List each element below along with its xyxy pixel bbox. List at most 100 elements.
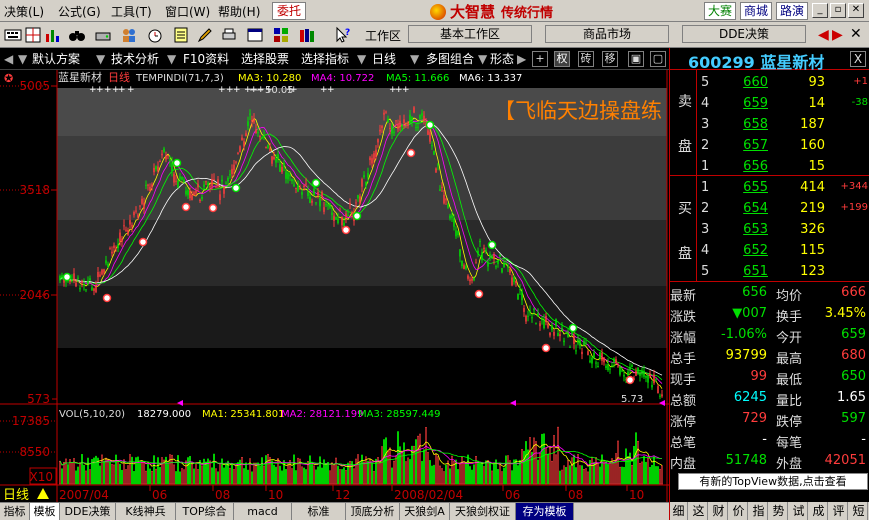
trade-button[interactable]: 委托 xyxy=(272,2,306,20)
ask-row[interactable]: 5 660 93 +1 xyxy=(670,73,869,94)
crosshair-toggle[interactable]: + xyxy=(532,51,548,67)
tech-analysis-button[interactable]: 技术分析 xyxy=(111,50,159,68)
settings-marker-icon[interactable]: ✪ xyxy=(4,72,13,85)
bid-row[interactable]: 4 652 115 xyxy=(670,241,869,262)
template-tab[interactable]: 指标 xyxy=(0,503,30,520)
bid-price[interactable]: 654 xyxy=(718,201,768,216)
close-button[interactable]: ✕ xyxy=(848,3,864,18)
tab-dde[interactable]: DDE决策 xyxy=(682,25,806,43)
event-plus-mark[interactable]: + xyxy=(327,85,335,95)
period-daily-button[interactable]: 日线 xyxy=(372,50,396,68)
menu-decision[interactable]: 决策(L) xyxy=(4,3,44,20)
ask-row[interactable]: 3 658 187 xyxy=(670,115,869,136)
people-icon[interactable] xyxy=(120,26,138,44)
select-indicator-button[interactable]: 选择指标 xyxy=(301,50,349,68)
event-plus-mark[interactable]: + xyxy=(218,85,226,95)
help-pointer-icon[interactable]: ? xyxy=(334,26,352,44)
tab-commodity-market[interactable]: 商品市场 xyxy=(545,25,669,43)
dropdown-arrow-icon[interactable]: ▼ xyxy=(167,50,176,68)
ask-row[interactable]: 4 659 14 -38 xyxy=(670,94,869,115)
bid-row[interactable]: 1 655 414 +344 xyxy=(670,178,869,199)
pen-icon[interactable] xyxy=(196,26,214,44)
chart-bars-icon[interactable] xyxy=(44,26,62,44)
kline-svg[interactable]: 5005 3518 2046 573 17385 8550 X10 ✪ 蓝星新材… xyxy=(0,70,669,512)
period-triangle-icon[interactable] xyxy=(37,488,49,499)
binoculars-icon[interactable] xyxy=(68,26,86,44)
pattern-button[interactable]: 形态 xyxy=(490,50,514,68)
ask-price[interactable]: 660 xyxy=(718,75,768,90)
ask-price[interactable]: 659 xyxy=(718,96,768,111)
topview-notice[interactable]: 有新的TopView数据,点击查看 xyxy=(678,473,868,490)
close-quote-button[interactable]: X xyxy=(850,51,866,67)
event-plus-mark[interactable]: + xyxy=(402,85,410,95)
alarm-icon[interactable] xyxy=(146,26,164,44)
select-stock-button[interactable]: 选择股票 xyxy=(241,50,289,68)
tab-basic-workspace[interactable]: 基本工作区 xyxy=(408,25,532,43)
books-icon[interactable] xyxy=(298,26,316,44)
menu-tools[interactable]: 工具(T) xyxy=(111,3,152,20)
quote-tab[interactable]: 财 xyxy=(710,502,728,520)
tab-scroll-left-icon[interactable]: ◀ xyxy=(818,27,829,43)
restore-button[interactable]: ▫ xyxy=(830,3,846,18)
quote-tab[interactable]: 短 xyxy=(850,502,868,520)
ask-row[interactable]: 2 657 160 xyxy=(670,136,869,157)
menu-window[interactable]: 窗口(W) xyxy=(165,3,210,20)
dropdown-arrow-icon[interactable]: ▼ xyxy=(478,50,487,68)
template-tab[interactable]: 标准 xyxy=(292,503,346,520)
scheme-button[interactable]: 默认方案 xyxy=(32,50,80,68)
quote-tab[interactable]: 价 xyxy=(730,502,748,520)
menu-formula[interactable]: 公式(G) xyxy=(58,3,101,20)
notepad-icon[interactable] xyxy=(172,26,190,44)
roadshow-button[interactable]: 路演 xyxy=(776,2,808,20)
ask-price[interactable]: 656 xyxy=(718,159,768,174)
template-tab[interactable]: TOP综合 xyxy=(176,503,234,520)
tab-close-icon[interactable]: ✕ xyxy=(850,26,862,42)
window-toggle-icon[interactable]: ▢ xyxy=(650,51,666,67)
quote-tab[interactable]: 成 xyxy=(810,502,828,520)
drive-icon[interactable] xyxy=(94,26,112,44)
bid-price[interactable]: 651 xyxy=(718,264,768,279)
template-tab[interactable]: DDE决策 xyxy=(60,503,116,520)
dropdown-arrow-icon[interactable]: ▼ xyxy=(96,50,105,68)
ask-price[interactable]: 657 xyxy=(718,138,768,153)
event-plus-mark[interactable]: + xyxy=(233,85,241,95)
template-tab[interactable]: 模板 xyxy=(30,503,60,520)
kline-chart[interactable]: 5005 3518 2046 573 17385 8550 X10 ✪ 蓝星新材… xyxy=(0,70,669,512)
tile-icon[interactable] xyxy=(272,26,290,44)
minimize-button[interactable]: _ xyxy=(812,3,828,18)
grid-icon[interactable] xyxy=(24,26,42,44)
mall-button[interactable]: 商城 xyxy=(740,2,772,20)
move-toggle[interactable]: 移 xyxy=(602,51,618,67)
window-icon[interactable] xyxy=(246,26,264,44)
ask-price[interactable]: 658 xyxy=(718,117,768,132)
print-icon[interactable] xyxy=(220,26,238,44)
quote-tab[interactable]: 势 xyxy=(770,502,788,520)
template-tab[interactable]: 天狼剑权证 xyxy=(450,503,516,520)
rights-toggle[interactable]: 权 xyxy=(554,51,570,67)
event-plus-mark[interactable]: + xyxy=(118,85,126,95)
template-tab[interactable]: 存为模板 xyxy=(516,503,574,520)
dropdown-arrow-icon[interactable]: ▼ xyxy=(18,50,27,68)
template-tab[interactable]: 天狼剑A xyxy=(400,503,450,520)
bid-row[interactable]: 2 654 219 +199 xyxy=(670,199,869,220)
overlay-ad-text[interactable]: 【飞临天边操盘练 xyxy=(494,99,662,123)
scroll-left-icon[interactable]: ◀ xyxy=(4,50,13,68)
brick-toggle[interactable]: 砖 xyxy=(578,51,594,67)
contest-button[interactable]: 大赛 xyxy=(704,2,736,20)
quote-tab[interactable]: 这 xyxy=(690,502,708,520)
multi-chart-button[interactable]: 多图组合 xyxy=(426,50,474,68)
template-tab[interactable]: K线神兵 xyxy=(116,503,176,520)
event-plus-mark[interactable]: + xyxy=(96,85,104,95)
event-plus-mark[interactable]: + xyxy=(104,85,112,95)
event-plus-mark[interactable]: + xyxy=(127,85,135,95)
bid-price[interactable]: 653 xyxy=(718,222,768,237)
bid-price[interactable]: 655 xyxy=(718,180,768,195)
scroll-right-icon[interactable]: ▶ xyxy=(517,50,526,68)
template-tab[interactable]: macd xyxy=(234,503,292,520)
save-icon[interactable]: ▣ xyxy=(628,51,644,67)
menu-help[interactable]: 帮助(H) xyxy=(218,3,260,20)
keyboard-icon[interactable] xyxy=(4,26,22,44)
dropdown-arrow-icon[interactable]: ▼ xyxy=(357,50,366,68)
bid-price[interactable]: 652 xyxy=(718,243,768,258)
bid-row[interactable]: 5 651 123 xyxy=(670,262,869,283)
